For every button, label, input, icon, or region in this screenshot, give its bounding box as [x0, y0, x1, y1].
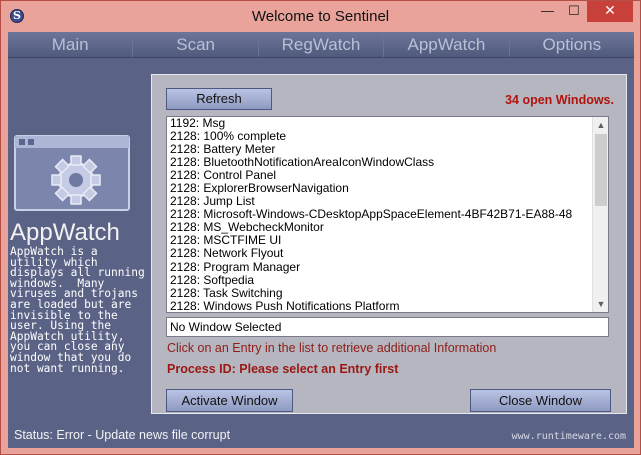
process-id-label: Process ID: Please select an Entry first — [167, 362, 399, 376]
scroll-down-arrow-icon[interactable]: ▼ — [593, 296, 608, 312]
app-window: S Welcome to Sentinel — ☐ ✕ Main Scan Re… — [0, 0, 641, 455]
scroll-thumb[interactable] — [595, 134, 607, 206]
window-list[interactable]: 1192: Msg 2128: 100% complete 2128: Batt… — [166, 116, 609, 313]
selected-window-field: No Window Selected — [166, 317, 609, 337]
sidebar-description: AppWatch is a utility which displays all… — [10, 245, 152, 375]
list-item[interactable]: 2128: Program Manager — [167, 260, 593, 274]
tab-bar: Main Scan RegWatch AppWatch Options — [8, 32, 634, 58]
maximize-button[interactable]: ☐ — [561, 1, 587, 22]
window-list-items: 1192: Msg 2128: 100% complete 2128: Batt… — [167, 117, 593, 312]
close-button[interactable]: ✕ — [587, 1, 633, 22]
title-bar[interactable]: S Welcome to Sentinel — ☐ ✕ — [1, 1, 640, 32]
list-item[interactable]: 2128: Network Flyout — [167, 247, 593, 260]
watermark: www.runtimeware.com — [511, 431, 626, 442]
list-item[interactable]: 2128: Task Switching — [167, 286, 593, 300]
scroll-up-arrow-icon[interactable]: ▲ — [593, 117, 608, 133]
sidebar: AppWatch AppWatch is a utility which dis… — [8, 59, 146, 391]
refresh-button[interactable]: Refresh — [166, 88, 272, 110]
appwatch-panel: Refresh 34 open Windows. 1192: Msg 2128:… — [151, 74, 627, 414]
activate-window-button[interactable]: Activate Window — [166, 389, 293, 412]
minimize-button[interactable]: — — [534, 1, 561, 22]
window-count: 34 open Windows. — [505, 93, 614, 107]
tab-regwatch[interactable]: RegWatch — [259, 32, 385, 57]
appwatch-gear-window-icon — [14, 134, 131, 212]
list-item[interactable]: 2128: Windows Push Notifications Platfor… — [167, 299, 593, 312]
close-window-button[interactable]: Close Window — [470, 389, 611, 412]
sidebar-title: AppWatch — [10, 219, 120, 246]
status-text: Status: Error - Update news file corrupt — [14, 428, 231, 442]
info-hint: Click on an Entry in the list to retriev… — [167, 341, 497, 355]
tab-appwatch[interactable]: AppWatch — [384, 32, 510, 57]
list-item[interactable]: 2128: Softpedia — [167, 273, 593, 287]
tab-options[interactable]: Options — [510, 32, 634, 57]
tab-scan[interactable]: Scan — [133, 32, 259, 57]
tab-main[interactable]: Main — [8, 32, 134, 57]
list-scrollbar[interactable]: ▲ ▼ — [592, 117, 608, 312]
status-bar: Status: Error - Update news file corrupt… — [8, 424, 634, 448]
client-area: Main Scan RegWatch AppWatch Options AppW… — [8, 32, 634, 448]
